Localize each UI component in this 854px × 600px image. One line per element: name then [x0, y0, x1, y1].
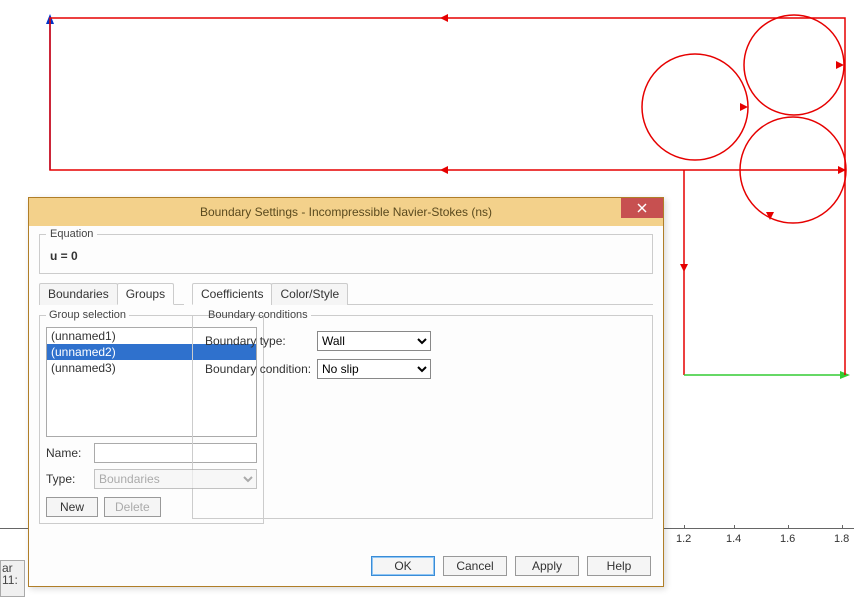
dialog-title: Boundary Settings - Incompressible Navie…	[200, 205, 492, 219]
group-selection-legend: Group selection	[46, 309, 129, 321]
ok-button[interactable]: OK	[371, 556, 435, 576]
help-button[interactable]: Help	[587, 556, 651, 576]
bc-legend: Boundary conditions	[205, 309, 311, 321]
new-button[interactable]: New	[46, 497, 98, 517]
boundary-settings-dialog: Boundary Settings - Incompressible Navie…	[28, 197, 664, 587]
right-tabstrip: Coefficients Color/Style	[192, 282, 653, 305]
boundary-type-label: Boundary type:	[205, 334, 317, 348]
cancel-button[interactable]: Cancel	[443, 556, 507, 576]
name-label: Name:	[46, 446, 88, 460]
close-icon	[637, 203, 647, 213]
tab-coefficients[interactable]: Coefficients	[192, 283, 272, 305]
equation-text: u = 0	[50, 249, 642, 263]
status-line-2: 11:	[2, 574, 23, 586]
tab-boundaries[interactable]: Boundaries	[39, 283, 118, 305]
equation-panel: Equation u = 0	[39, 234, 653, 274]
boundary-conditions-fieldset: Boundary conditions Boundary type: Wall …	[192, 309, 653, 519]
left-tabstrip: Boundaries Groups	[39, 282, 184, 305]
axis-tick: 1.8	[834, 533, 849, 545]
boundary-condition-select[interactable]: No slip	[317, 359, 431, 379]
titlebar[interactable]: Boundary Settings - Incompressible Navie…	[29, 198, 663, 226]
boundary-type-select[interactable]: Wall	[317, 331, 431, 351]
boundary-condition-label: Boundary condition:	[205, 362, 317, 376]
status-strip: ar 11:	[0, 560, 25, 597]
equation-legend: Equation	[46, 228, 97, 240]
type-label: Type:	[46, 472, 88, 486]
axis-tick: 1.6	[780, 533, 795, 545]
axis-tick: 1.2	[676, 533, 691, 545]
type-select: Boundaries	[94, 469, 257, 489]
close-button[interactable]	[621, 198, 663, 218]
apply-button[interactable]: Apply	[515, 556, 579, 576]
tab-color-style[interactable]: Color/Style	[271, 283, 348, 305]
delete-button: Delete	[104, 497, 161, 517]
tab-groups[interactable]: Groups	[117, 283, 174, 305]
axis-tick: 1.4	[726, 533, 741, 545]
dialog-button-row: OK Cancel Apply Help	[371, 556, 651, 576]
